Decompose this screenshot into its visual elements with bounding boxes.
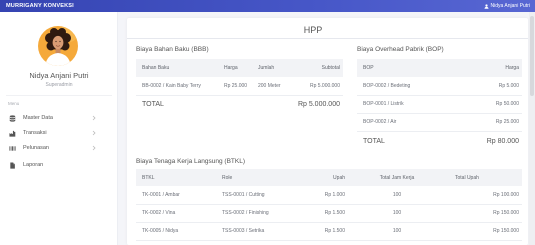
table-row: BOP-0001 / Listrik Rp 50.000 xyxy=(357,95,522,114)
column-header: Harga xyxy=(222,59,256,77)
table-cell: 100 xyxy=(348,222,446,241)
profile-role: Superadmin xyxy=(45,82,73,88)
table-row: TK-0002 / Vina TSS-0002 / Finishing Rp 1… xyxy=(136,204,522,223)
column-header: BOP xyxy=(357,59,477,77)
column-header: Upah xyxy=(320,169,348,186)
profile-name: Nidya Anjani Putri xyxy=(29,71,89,80)
table-cell: TK-0002 / Vina xyxy=(136,204,219,223)
sidebar-item-pelunasan[interactable]: Pelunasan xyxy=(0,141,117,155)
table-cell: Rp 150.000 xyxy=(446,222,522,241)
column-header: BTKL xyxy=(136,169,219,186)
column-header: Total Jam Kerja xyxy=(348,169,446,186)
scrollbar-thumb[interactable] xyxy=(530,16,534,96)
page-title: HPP xyxy=(303,25,323,35)
table-header-row: BOP Harga xyxy=(357,59,522,77)
table-row: BOP-0002 / Bedeting Rp 5.000 xyxy=(357,77,522,96)
table-cell: Rp 1.500 xyxy=(320,222,348,241)
sidebar-item-laporan[interactable]: Laporan xyxy=(0,158,117,172)
sidebar-item-label: Transaksi xyxy=(23,130,47,136)
column-header: Bahan Baku xyxy=(136,59,222,77)
table-cell: Rp 25.000 xyxy=(222,77,256,96)
table-cell: BOP-0002 / Air xyxy=(357,113,477,132)
brand-link[interactable]: MURRIGANY KONVEKSI xyxy=(6,3,74,9)
sidebar: Nidya Anjani Putri Superadmin Menu Maste… xyxy=(0,12,118,245)
table-row: BB-0002 / Kain Baby Terry Rp 25.000 200 … xyxy=(136,77,343,96)
table-cell: BB-0002 / Kain Baby Terry xyxy=(136,77,222,96)
total-label: TOTAL xyxy=(363,138,385,146)
chevron-right-icon xyxy=(91,145,97,151)
bbb-section-title: Biaya Bahan Baku (BBB) xyxy=(136,46,209,53)
table-cell: Rp 1.500 xyxy=(320,204,348,223)
table-cell: Rp 5.000.000 xyxy=(296,77,343,96)
column-header: Role xyxy=(219,169,320,186)
profile-avatar xyxy=(38,26,78,66)
hpp-card: HPP Biaya Bahan Baku (BBB) Bahan Baku Ha… xyxy=(127,18,528,245)
menu-heading: Menu xyxy=(8,101,20,106)
column-header: Total Upah xyxy=(446,169,522,186)
btkl-table: BTKL Role Upah Total Jam Kerja Total Upa… xyxy=(136,169,522,241)
industry-icon xyxy=(9,130,16,137)
top-navbar: MURRIGANY KONVEKSI Nidya Anjani Putri xyxy=(0,0,535,12)
total-label: TOTAL xyxy=(142,100,164,108)
table-cell: 200 Meter xyxy=(256,77,296,96)
user-menu[interactable]: Nidya Anjani Putri xyxy=(484,3,530,9)
table-row: BOP-0002 / Air Rp 25.000 xyxy=(357,113,522,132)
sidebar-item-transaksi[interactable]: Transaksi xyxy=(0,126,117,140)
table-cell: 100 xyxy=(348,204,446,223)
barcode-icon xyxy=(9,145,16,152)
table-cell: BOP-0001 / Listrik xyxy=(357,95,477,114)
table-cell: Rp 50.000 xyxy=(477,95,522,114)
title-divider xyxy=(127,38,528,39)
sidebar-divider xyxy=(6,95,112,96)
btkl-section-title: Biaya Tenaga Kerja Langsung (BTKL) xyxy=(136,158,246,165)
column-header: Subtotal xyxy=(296,59,343,77)
table-row: TK-0005 / Nidya TSS-0003 / Setrika Rp 1.… xyxy=(136,222,522,241)
table-cell: Rp 5.000 xyxy=(477,77,522,96)
table-cell: TSS-0001 / Cutting xyxy=(219,186,320,205)
bop-table: BOP Harga BOP-0002 / Bedeting Rp 5.000 B… xyxy=(357,59,522,152)
vertical-scrollbar[interactable] xyxy=(529,12,535,245)
sidebar-item-master-data[interactable]: Master Data xyxy=(0,111,117,125)
user-name: Nidya Anjani Putri xyxy=(490,3,530,9)
sidebar-item-label: Pelunasan xyxy=(23,145,49,151)
database-icon xyxy=(9,114,16,122)
table-cell: Rp 150.000 xyxy=(446,204,522,223)
table-cell: Rp 1.000 xyxy=(320,186,348,205)
column-header: Jumlah xyxy=(256,59,296,77)
table-cell: 100 xyxy=(348,186,446,205)
total-row: TOTAL Rp 5.000.000 xyxy=(136,95,343,113)
chevron-right-icon xyxy=(91,130,97,136)
sidebar-item-label: Master Data xyxy=(23,115,53,121)
bop-section-title: Biaya Overhead Pabrik (BOP) xyxy=(357,46,444,53)
table-header-row: BTKL Role Upah Total Jam Kerja Total Upa… xyxy=(136,169,522,186)
table-header-row: Bahan Baku Harga Jumlah Subtotal xyxy=(136,59,343,77)
table-cell: TK-0001 / Ambar xyxy=(136,186,219,205)
table-cell: Rp 25.000 xyxy=(477,113,522,132)
table-cell: Rp 100.000 xyxy=(446,186,522,205)
column-header: Harga xyxy=(477,59,522,77)
table-cell: TSS-0003 / Setrika xyxy=(219,222,320,241)
table-cell: TSS-0002 / Finishing xyxy=(219,204,320,223)
table-cell: BOP-0002 / Bedeting xyxy=(357,77,477,96)
total-value: Rp 5.000.000 xyxy=(297,100,340,108)
table-cell: TK-0005 / Nidya xyxy=(136,222,219,241)
table-row: TK-0001 / Ambar TSS-0001 / Cutting Rp 1.… xyxy=(136,186,522,205)
user-icon xyxy=(484,3,489,9)
file-icon xyxy=(9,161,16,169)
total-row: TOTAL Rp 80.000 xyxy=(357,131,522,152)
bbb-table: Bahan Baku Harga Jumlah Subtotal BB-0002… xyxy=(136,59,343,113)
sidebar-item-label: Laporan xyxy=(23,162,44,168)
chevron-right-icon xyxy=(91,115,97,121)
total-value: Rp 80.000 xyxy=(486,138,519,146)
